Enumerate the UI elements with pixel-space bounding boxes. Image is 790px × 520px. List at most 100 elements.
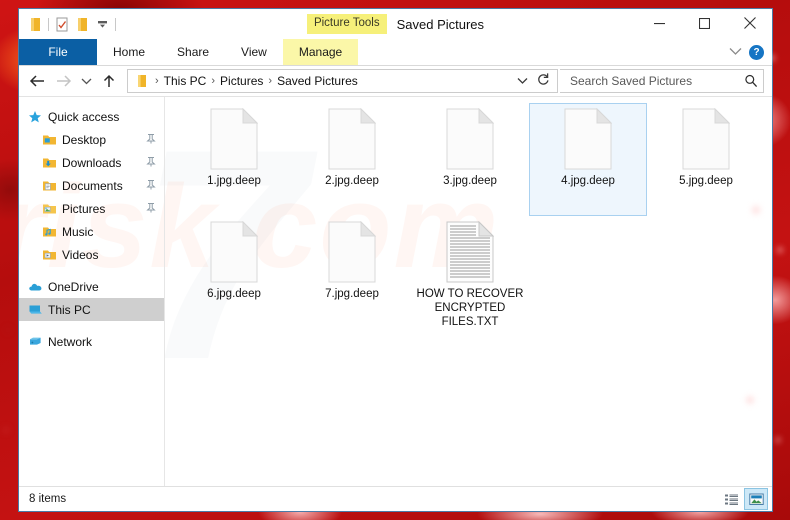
sidebar-item-this-pc[interactable]: This PC bbox=[19, 298, 164, 321]
file-item-6[interactable]: 6.jpg.deep bbox=[175, 216, 293, 329]
sidebar-item-pictures[interactable]: Pictures bbox=[19, 197, 164, 220]
qat-divider-2 bbox=[115, 17, 116, 31]
maximize-button[interactable] bbox=[682, 9, 727, 37]
blank-document-icon bbox=[564, 107, 613, 170]
details-view-button[interactable] bbox=[720, 489, 742, 509]
expand-ribbon-chevron-down-icon[interactable] bbox=[728, 43, 743, 61]
breadcrumb-separator-0: › bbox=[155, 75, 159, 87]
blank-document-icon bbox=[446, 107, 495, 170]
file-list-view[interactable]: 1.jpg.deep 2.jpg.deep 3.jpg.deep 4.jpg.d… bbox=[165, 97, 772, 486]
close-button[interactable] bbox=[727, 9, 772, 37]
folder-icon[interactable] bbox=[72, 14, 92, 34]
sidebar-label-quick-access: Quick access bbox=[48, 109, 120, 124]
file-name-5: 5.jpg.deep bbox=[679, 175, 733, 187]
minimize-button[interactable] bbox=[637, 9, 682, 37]
sidebar-item-onedrive[interactable]: OneDrive bbox=[19, 275, 164, 298]
sidebar-label-onedrive: OneDrive bbox=[48, 279, 99, 294]
help-button[interactable]: ? bbox=[749, 44, 764, 60]
new-folder-icon[interactable] bbox=[52, 14, 72, 34]
customize-qat-chevron-down-icon[interactable] bbox=[92, 14, 112, 34]
refresh-icon[interactable] bbox=[536, 72, 550, 91]
breadcrumb-separator-2[interactable]: › bbox=[265, 75, 275, 87]
item-count-label: 8 items bbox=[29, 493, 67, 505]
ribbon-tab-strip: File Home Share View Manage ? bbox=[19, 39, 772, 65]
breadcrumb-item-this-pc[interactable]: This PC bbox=[162, 74, 209, 88]
sidebar-item-music[interactable]: Music bbox=[19, 220, 164, 243]
back-button[interactable] bbox=[25, 69, 49, 93]
file-item-7[interactable]: 7.jpg.deep bbox=[293, 216, 411, 329]
pin-icon-documents[interactable] bbox=[146, 179, 156, 193]
view-toggle-group bbox=[720, 488, 768, 510]
blank-document-icon bbox=[210, 107, 259, 170]
sidebar-label-music: Music bbox=[62, 224, 94, 239]
file-item-2[interactable]: 2.jpg.deep bbox=[293, 103, 411, 216]
sidebar-label-pictures: Pictures bbox=[62, 201, 106, 216]
file-name-7: 7.jpg.deep bbox=[325, 288, 379, 300]
sidebar-item-downloads[interactable]: Downloads bbox=[19, 151, 164, 174]
file-item-1[interactable]: 1.jpg.deep bbox=[175, 103, 293, 216]
sidebar-item-desktop[interactable]: Desktop bbox=[19, 128, 164, 151]
search-input[interactable] bbox=[568, 73, 744, 89]
file-grid: 1.jpg.deep 2.jpg.deep 3.jpg.deep 4.jpg.d… bbox=[165, 97, 772, 329]
explorer-body: Quick access Desktop Downloads Documents… bbox=[19, 96, 772, 486]
window-controls bbox=[637, 9, 772, 39]
music-folder-icon bbox=[41, 224, 57, 240]
pictures-folder-icon bbox=[41, 201, 57, 217]
ribbon-right-controls: ? bbox=[728, 39, 772, 65]
search-box[interactable] bbox=[560, 69, 764, 93]
breadcrumb-folder-icon bbox=[132, 74, 152, 88]
desktop-background: 7 risk.com bbox=[0, 0, 790, 520]
sidebar-label-downloads: Downloads bbox=[62, 155, 122, 170]
blank-document-icon bbox=[682, 107, 731, 170]
qat-divider bbox=[48, 17, 49, 31]
file-name-ransom-note: HOW TO RECOVER ENCRYPTED FILES.TXT bbox=[416, 288, 524, 328]
address-bar: › This PC › Pictures › Saved Pictures bbox=[19, 66, 772, 96]
tab-file[interactable]: File bbox=[19, 39, 97, 65]
star-icon bbox=[27, 109, 43, 125]
file-item-3[interactable]: 3.jpg.deep bbox=[411, 103, 529, 216]
sidebar-label-network: Network bbox=[48, 334, 93, 349]
tab-share[interactable]: Share bbox=[161, 39, 225, 65]
blank-document-icon bbox=[328, 220, 377, 283]
downloads-folder-icon bbox=[41, 155, 57, 171]
forward-button[interactable] bbox=[51, 69, 75, 93]
file-item-ransom-note[interactable]: HOW TO RECOVER ENCRYPTED FILES.TXT bbox=[411, 216, 529, 329]
contextual-tab-title: Picture Tools bbox=[306, 13, 387, 35]
pin-icon-pictures[interactable] bbox=[146, 202, 156, 216]
nav-spacer-2 bbox=[19, 321, 164, 330]
tab-home[interactable]: Home bbox=[97, 39, 161, 65]
breadcrumb-item-pictures[interactable]: Pictures bbox=[218, 74, 265, 88]
sidebar-label-desktop: Desktop bbox=[62, 132, 107, 147]
desktop-folder-icon bbox=[41, 132, 57, 148]
up-button[interactable] bbox=[97, 69, 121, 93]
documents-folder-icon bbox=[41, 178, 57, 194]
onedrive-icon bbox=[27, 279, 43, 295]
pin-icon-downloads[interactable] bbox=[146, 156, 156, 170]
file-name-6: 6.jpg.deep bbox=[207, 288, 261, 300]
search-icon[interactable] bbox=[744, 74, 758, 88]
quick-access-toolbar bbox=[19, 14, 119, 34]
recent-locations-chevron-down-icon[interactable] bbox=[77, 69, 95, 93]
large-icons-view-button[interactable] bbox=[744, 488, 768, 510]
sidebar-item-network[interactable]: Network bbox=[19, 330, 164, 353]
blank-document-icon bbox=[328, 107, 377, 170]
sidebar-item-documents[interactable]: Documents bbox=[19, 174, 164, 197]
file-name-4: 4.jpg.deep bbox=[561, 175, 615, 187]
file-item-4[interactable]: 4.jpg.deep bbox=[529, 103, 647, 216]
breadcrumb-separator-1[interactable]: › bbox=[208, 75, 218, 87]
breadcrumb-item-saved-pictures[interactable]: Saved Pictures bbox=[275, 74, 360, 88]
this-pc-icon bbox=[27, 302, 43, 318]
breadcrumb[interactable]: › This PC › Pictures › Saved Pictures bbox=[127, 69, 558, 93]
file-explorer-window: 7 risk.com bbox=[18, 8, 773, 512]
tab-view[interactable]: View bbox=[225, 39, 283, 65]
blank-document-icon bbox=[210, 220, 259, 283]
sidebar-item-quick-access[interactable]: Quick access bbox=[19, 105, 164, 128]
pin-icon-desktop[interactable] bbox=[146, 133, 156, 147]
file-item-5[interactable]: 5.jpg.deep bbox=[647, 103, 765, 216]
properties-icon[interactable] bbox=[25, 14, 45, 34]
sidebar-item-videos[interactable]: Videos bbox=[19, 243, 164, 266]
navigation-pane: Quick access Desktop Downloads Documents… bbox=[19, 97, 165, 486]
breadcrumb-dropdown-chevron-down-icon[interactable] bbox=[516, 72, 529, 90]
text-document-icon bbox=[446, 220, 495, 283]
tab-manage[interactable]: Manage bbox=[282, 39, 359, 65]
